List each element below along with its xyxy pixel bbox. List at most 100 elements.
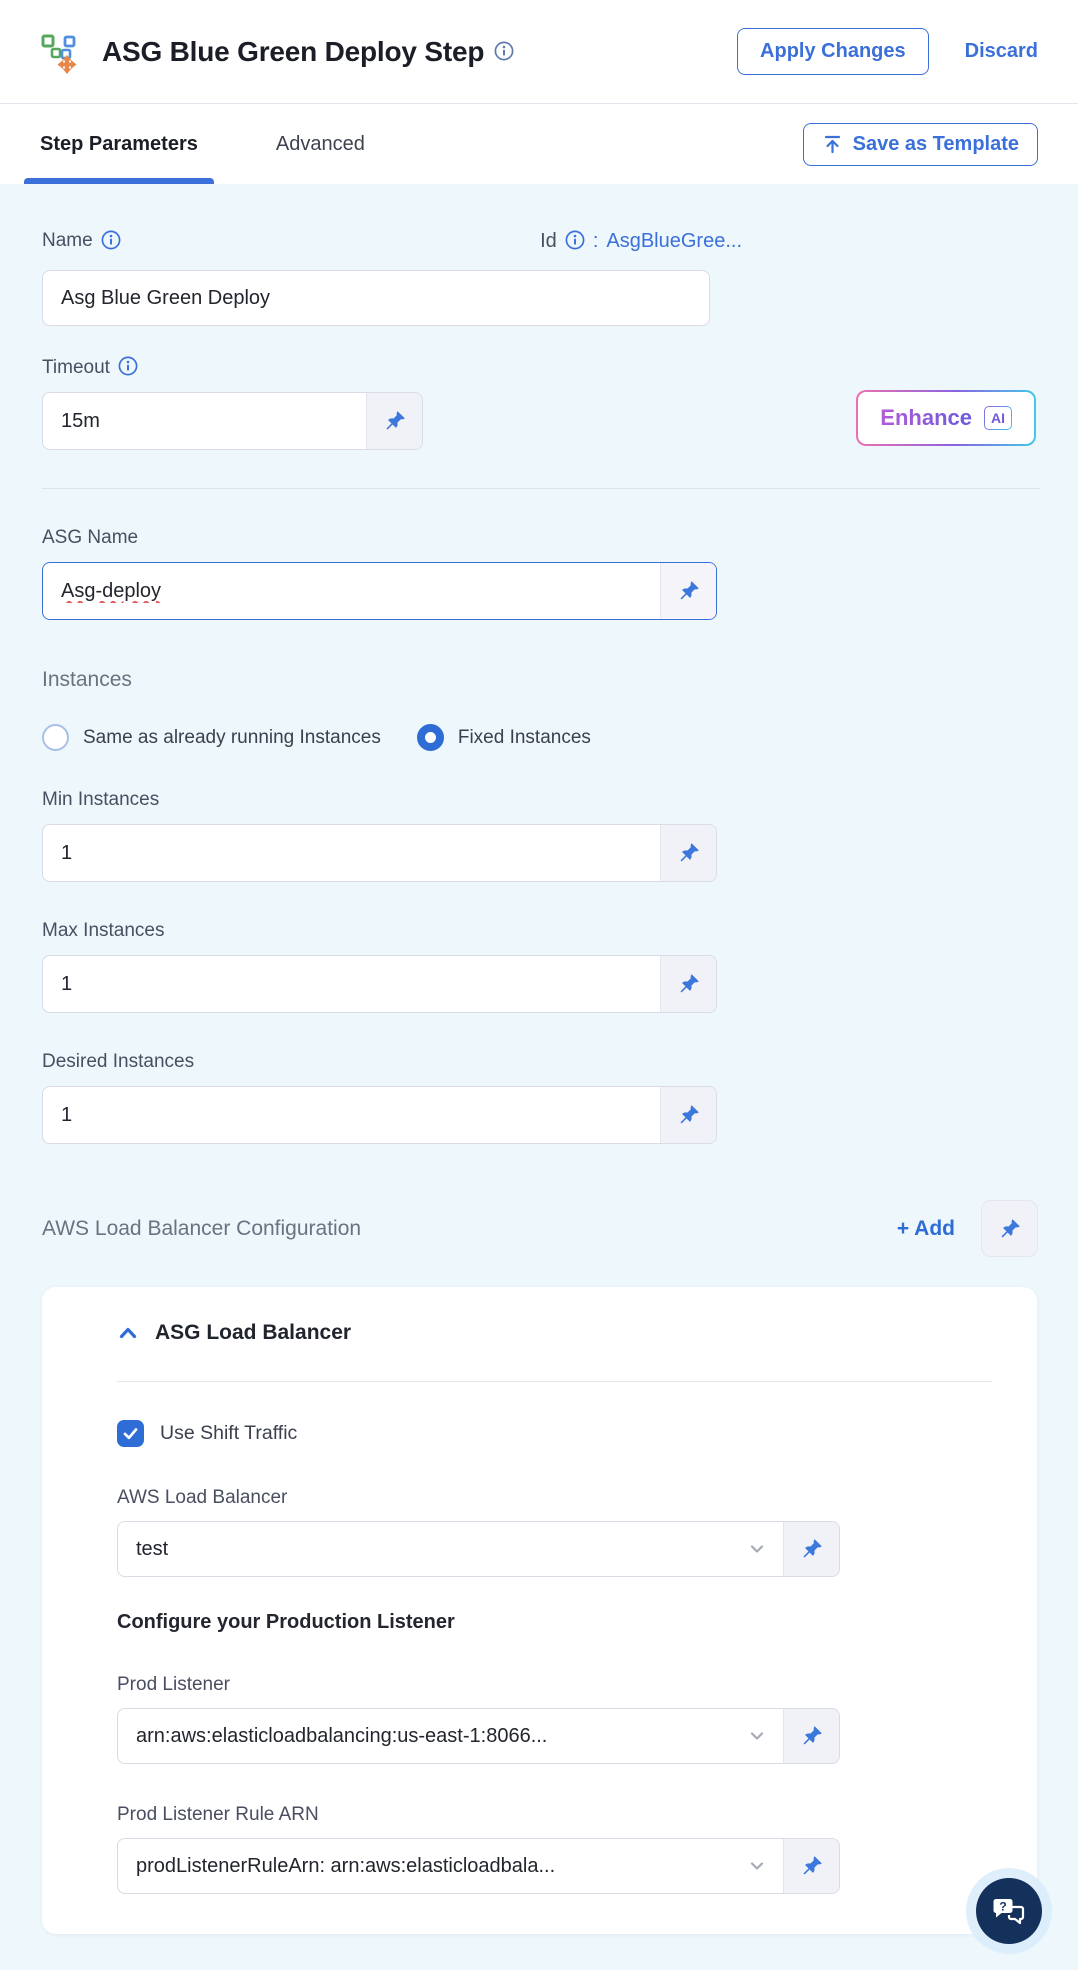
apply-changes-button[interactable]: Apply Changes	[737, 28, 929, 75]
name-label: Name	[42, 230, 93, 251]
pin-icon	[680, 1105, 699, 1124]
section-divider	[42, 488, 1040, 489]
tab-step-parameters-label: Step Parameters	[40, 132, 198, 155]
radio-same-as-running-label: Same as already running Instances	[83, 726, 381, 748]
min-instances-pin-button[interactable]	[660, 825, 716, 881]
step-id-group: Id : AsgBlueGree...	[540, 230, 742, 253]
pin-icon	[680, 974, 699, 993]
ai-badge: AI	[984, 406, 1012, 430]
radio-circle-selected	[416, 724, 444, 751]
step-config-header: ASG Blue Green Deploy Step Apply Changes…	[0, 0, 1078, 104]
prod-listener-pin-button[interactable]	[783, 1709, 839, 1763]
chevron-down-icon	[750, 1545, 764, 1553]
timeout-input[interactable]	[43, 393, 366, 449]
tab-bar: Step Parameters Advanced Save as Templat…	[0, 104, 1078, 184]
timeout-info-icon[interactable]	[118, 356, 138, 379]
desired-instances-pin-button[interactable]	[660, 1087, 716, 1143]
id-info-icon[interactable]	[565, 230, 585, 253]
use-shift-traffic-checkbox[interactable]	[117, 1420, 144, 1447]
timeout-pin-button[interactable]	[366, 393, 422, 449]
desired-instances-input[interactable]	[43, 1087, 660, 1143]
prod-listener-rule-select-unit: prodListenerRuleArn: arn:aws:elasticload…	[117, 1838, 840, 1894]
prod-listener-rule-pin-button[interactable]	[783, 1839, 839, 1893]
chat-help-icon: ?	[993, 1899, 1025, 1925]
chevron-down-icon	[750, 1732, 764, 1740]
aws-load-balancer-select-unit: test	[117, 1521, 840, 1577]
desired-instances-input-unit	[42, 1086, 717, 1144]
name-label-group: Name	[42, 230, 121, 253]
save-as-template-button[interactable]: Save as Template	[802, 122, 1038, 166]
max-instances-input[interactable]	[43, 956, 660, 1012]
aws-load-balancer-pin-button[interactable]	[783, 1522, 839, 1576]
prod-listener-value: arn:aws:elasticloadbalancing:us-east-1:8…	[136, 1724, 548, 1747]
add-load-balancer-button[interactable]: + Add	[897, 1217, 955, 1241]
radio-fixed-instances-label: Fixed Instances	[457, 726, 591, 748]
header-actions: Apply Changes Discard	[737, 28, 1038, 75]
asg-load-balancer-accordion[interactable]: ASG Load Balancer	[117, 1321, 992, 1345]
prod-listener-rule-label: Prod Listener Rule ARN	[117, 1804, 319, 1825]
enhance-label: Enhance	[880, 405, 972, 430]
name-info-icon[interactable]	[101, 230, 121, 253]
lb-config-pin-button[interactable]	[981, 1200, 1038, 1257]
timeout-input-unit	[42, 392, 423, 450]
min-instances-input[interactable]	[43, 825, 660, 881]
lb-config-header-row: AWS Load Balancer Configuration + Add	[42, 1200, 1038, 1257]
aws-load-balancer-select[interactable]: test	[118, 1522, 783, 1576]
step-parameters-panel: Enhance AI Name Id : AsgBlueGree... Asg …	[0, 184, 1078, 1934]
chevron-down-icon	[750, 1862, 764, 1870]
pin-icon	[680, 581, 699, 600]
prod-listener-label: Prod Listener	[117, 1674, 231, 1695]
timeout-label: Timeout	[42, 356, 110, 378]
pin-icon	[803, 1856, 822, 1875]
id-value: AsgBlueGree...	[606, 229, 742, 252]
help-chat-button[interactable]: ?	[976, 1878, 1042, 1944]
title-info-icon[interactable]	[494, 41, 514, 63]
pin-icon	[803, 1539, 822, 1558]
name-id-row: Name Id : AsgBlueGree...	[42, 184, 742, 256]
pin-icon	[386, 411, 405, 430]
prod-listener-rule-select[interactable]: prodListenerRuleArn: arn:aws:elasticload…	[118, 1839, 783, 1893]
max-instances-label: Max Instances	[42, 920, 165, 941]
use-shift-traffic-label: Use Shift Traffic	[160, 1422, 298, 1444]
check-icon	[123, 1428, 138, 1440]
prod-listener-rule-value: prodListenerRuleArn: arn:aws:elasticload…	[136, 1854, 556, 1877]
radio-fixed-instances[interactable]: Fixed Instances	[416, 724, 591, 751]
asg-load-balancer-card: ASG Load Balancer Use Shift Traffic AWS …	[42, 1287, 1037, 1934]
accordion-title: ASG Load Balancer	[155, 1321, 352, 1344]
save-as-template-label: Save as Template	[852, 132, 1019, 155]
svg-text:?: ?	[999, 1900, 1006, 1914]
asg-name-label: ASG Name	[42, 527, 139, 548]
enhance-ai-button[interactable]: Enhance AI	[856, 390, 1036, 446]
asg-name-pin-button[interactable]	[660, 563, 716, 619]
tab-advanced[interactable]: Advanced	[276, 104, 365, 184]
card-divider	[117, 1381, 992, 1382]
desired-instances-label: Desired Instances	[42, 1051, 195, 1072]
aws-load-balancer-label: AWS Load Balancer	[117, 1487, 288, 1508]
id-separator: :	[592, 229, 599, 252]
instances-radio-group: Same as already running Instances Fixed …	[42, 724, 1036, 751]
radio-same-as-running[interactable]: Same as already running Instances	[42, 724, 381, 751]
min-instances-input-unit	[42, 824, 717, 882]
radio-circle-unselected	[42, 724, 69, 751]
tab-step-parameters[interactable]: Step Parameters	[24, 104, 214, 184]
discard-button[interactable]: Discard	[965, 40, 1038, 63]
max-instances-input-unit	[42, 955, 717, 1013]
asg-step-icon	[41, 34, 77, 74]
upload-icon	[824, 135, 840, 153]
asg-name-input[interactable]	[43, 563, 660, 619]
use-shift-traffic-row[interactable]: Use Shift Traffic	[117, 1420, 992, 1447]
timeout-label-group: Timeout	[42, 356, 1036, 379]
max-instances-pin-button[interactable]	[660, 956, 716, 1012]
lb-config-heading: AWS Load Balancer Configuration	[42, 1216, 362, 1240]
min-instances-label: Min Instances	[42, 789, 160, 810]
name-input[interactable]	[42, 270, 710, 326]
tab-advanced-label: Advanced	[275, 132, 365, 155]
page-title: ASG Blue Green Deploy Step	[102, 35, 485, 67]
pin-icon	[1001, 1218, 1020, 1237]
id-label: Id	[540, 229, 557, 252]
instances-heading: Instances	[42, 668, 132, 691]
pin-icon	[680, 843, 699, 862]
prod-listener-select-unit: arn:aws:elasticloadbalancing:us-east-1:8…	[117, 1708, 840, 1764]
chevron-up-icon	[119, 1327, 137, 1339]
prod-listener-select[interactable]: arn:aws:elasticloadbalancing:us-east-1:8…	[118, 1709, 783, 1763]
